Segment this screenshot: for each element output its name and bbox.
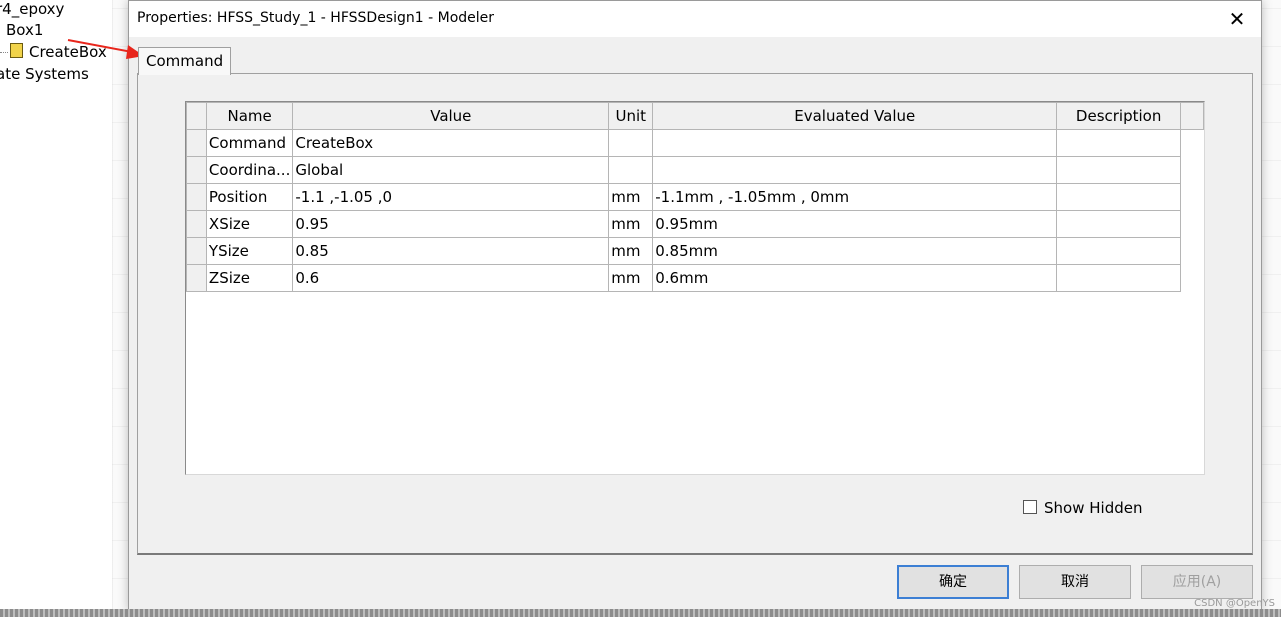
header-filler: [1180, 102, 1204, 130]
column-header-name[interactable]: Name: [205, 102, 294, 130]
table-header-row: Name Value Unit Evaluated Value Descript…: [186, 102, 1204, 130]
cell-value[interactable]: CreateBox: [292, 129, 610, 157]
cell-unit[interactable]: mm: [608, 183, 654, 211]
cell-evaluated: [652, 156, 1058, 184]
dialog-title: Properties: HFSS_Study_1 - HFSSDesign1 -…: [137, 10, 495, 26]
cell-unit[interactable]: [608, 156, 654, 184]
table-row[interactable]: XSize 0.95 mm 0.95mm: [186, 210, 1204, 238]
row-selector[interactable]: [186, 129, 207, 157]
column-header-unit[interactable]: Unit: [608, 102, 654, 130]
column-header-value[interactable]: Value: [292, 102, 610, 130]
properties-table: Name Value Unit Evaluated Value Descript…: [186, 102, 1204, 292]
close-icon[interactable]: ✕: [1225, 7, 1249, 31]
project-tree: r4_epoxy Box1 CreateBox ate Systems: [0, 0, 113, 617]
show-hidden-label: Show Hidden: [1044, 499, 1143, 517]
corner-cell: [186, 102, 207, 130]
cell-description[interactable]: [1056, 210, 1182, 238]
cell-description[interactable]: [1056, 264, 1182, 292]
cell-evaluated: -1.1mm , -1.05mm , 0mm: [652, 183, 1058, 211]
watermark: CSDN @OpenYS: [1194, 598, 1275, 609]
apply-button[interactable]: 应用(A): [1141, 565, 1253, 599]
row-selector[interactable]: [186, 156, 207, 184]
cell-value[interactable]: Global: [292, 156, 610, 184]
cell-value[interactable]: 0.6: [292, 264, 610, 292]
column-header-description[interactable]: Description: [1056, 102, 1182, 130]
cell-value[interactable]: 0.95: [292, 210, 610, 238]
cell-evaluated: 0.85mm: [652, 237, 1058, 265]
cell-name: Command: [205, 129, 294, 157]
tree-item-label: Box1: [6, 21, 44, 39]
cell-description[interactable]: [1056, 183, 1182, 211]
show-hidden-toggle[interactable]: Show Hidden: [1023, 499, 1142, 517]
tree-item-material[interactable]: r4_epoxy: [0, 0, 64, 18]
table-row[interactable]: Position -1.1 ,-1.05 ,0 mm -1.1mm , -1.0…: [186, 183, 1204, 211]
properties-grid: Name Value Unit Evaluated Value Descript…: [185, 101, 1205, 475]
cell-description[interactable]: [1056, 237, 1182, 265]
box-icon: [10, 43, 23, 58]
properties-dialog: Properties: HFSS_Study_1 - HFSSDesign1 -…: [128, 0, 1262, 611]
cell-name: ZSize: [205, 264, 294, 292]
show-hidden-checkbox[interactable]: [1023, 500, 1037, 514]
cell-unit[interactable]: mm: [608, 210, 654, 238]
table-row[interactable]: Command CreateBox: [186, 129, 1204, 157]
ok-button[interactable]: 确定: [897, 565, 1009, 599]
cell-value[interactable]: 0.85: [292, 237, 610, 265]
status-strip: [0, 609, 1281, 617]
tree-item-label: ate Systems: [0, 65, 89, 83]
dialog-titlebar[interactable]: Properties: HFSS_Study_1 - HFSSDesign1 -…: [129, 1, 1261, 37]
cell-name: Coordina...: [205, 156, 294, 184]
tree-item-box1[interactable]: Box1: [6, 21, 43, 39]
tree-item-coordinate-systems[interactable]: ate Systems: [0, 65, 89, 83]
table-row[interactable]: Coordina... Global: [186, 156, 1204, 184]
row-selector[interactable]: [186, 210, 207, 238]
tree-item-label: r4_epoxy: [0, 0, 65, 18]
tab-panel: Name Value Unit Evaluated Value Descript…: [137, 73, 1253, 555]
cell-name: YSize: [205, 237, 294, 265]
cell-evaluated: 0.6mm: [652, 264, 1058, 292]
cell-description[interactable]: [1056, 156, 1182, 184]
row-selector[interactable]: [186, 237, 207, 265]
row-selector[interactable]: [186, 183, 207, 211]
cell-description[interactable]: [1056, 129, 1182, 157]
cell-evaluated: 0.95mm: [652, 210, 1058, 238]
cell-unit[interactable]: mm: [608, 264, 654, 292]
cell-unit[interactable]: [608, 129, 654, 157]
cancel-button[interactable]: 取消: [1019, 565, 1131, 599]
tree-connector: [0, 52, 8, 53]
tab-command[interactable]: Command: [138, 47, 232, 75]
row-selector[interactable]: [186, 264, 207, 292]
table-row[interactable]: ZSize 0.6 mm 0.6mm: [186, 264, 1204, 292]
cell-name: Position: [205, 183, 294, 211]
cell-value[interactable]: -1.1 ,-1.05 ,0: [292, 183, 610, 211]
column-header-evaluated-value[interactable]: Evaluated Value: [652, 102, 1058, 130]
cell-evaluated: [652, 129, 1058, 157]
cell-unit[interactable]: mm: [608, 237, 654, 265]
table-row[interactable]: YSize 0.85 mm 0.85mm: [186, 237, 1204, 265]
cell-name: XSize: [205, 210, 294, 238]
